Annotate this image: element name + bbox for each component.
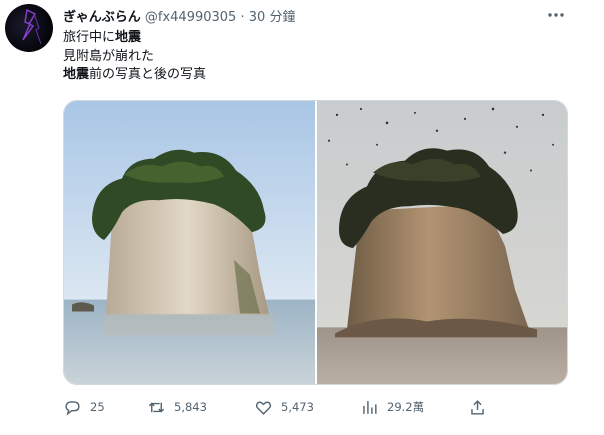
reply-count: 25 bbox=[90, 400, 105, 414]
author-handle[interactable]: @fx44990305 bbox=[145, 10, 236, 25]
header-separator: · bbox=[240, 10, 245, 25]
photo-after[interactable] bbox=[317, 101, 567, 384]
views-icon bbox=[363, 400, 377, 414]
photo-before[interactable] bbox=[64, 101, 315, 384]
reply-button[interactable]: 25 bbox=[63, 395, 105, 419]
reply-icon bbox=[65, 400, 80, 416]
retweet-icon bbox=[148, 402, 165, 412]
text-bold-segment: 地震 bbox=[63, 67, 90, 82]
retweet-count: 5,843 bbox=[174, 400, 207, 414]
text-segment: 前の写真と後の写真 bbox=[89, 67, 207, 82]
tweet-text-line-3: 地震前の写真と後の写真 bbox=[63, 66, 206, 85]
text-bold-segment: 地震 bbox=[115, 30, 142, 45]
text-segment: 旅行中に bbox=[63, 30, 116, 45]
tweet-header: ぎゃんぶらん @fx44990305 · 30 分鐘 bbox=[63, 6, 295, 25]
tweet-text-line-2: 見附島が崩れた bbox=[63, 48, 155, 64]
lightning-icon bbox=[22, 8, 42, 45]
author-name[interactable]: ぎゃんぶらん bbox=[63, 10, 141, 25]
like-count: 5,473 bbox=[281, 400, 314, 414]
tweet-actions: 25 5,843 5,473 29.2萬 bbox=[63, 395, 503, 419]
tweet-text: 旅行中に地震 見附島が崩れた 地震前の写真と後の写真 bbox=[63, 29, 206, 85]
more-icon[interactable] bbox=[545, 4, 567, 26]
tweet-media bbox=[63, 100, 568, 385]
views-button[interactable]: 29.2萬 bbox=[360, 395, 424, 419]
share-icon bbox=[471, 399, 484, 415]
like-button[interactable]: 5,473 bbox=[254, 395, 314, 419]
like-icon bbox=[255, 400, 272, 415]
tweet-timestamp[interactable]: 30 分鐘 bbox=[249, 10, 296, 25]
share-button[interactable] bbox=[468, 395, 495, 419]
retweet-button[interactable]: 5,843 bbox=[147, 395, 207, 419]
author-avatar[interactable] bbox=[5, 4, 53, 52]
tweet-text-line-1: 旅行中に地震 bbox=[63, 29, 206, 48]
views-count: 29.2萬 bbox=[387, 400, 425, 414]
